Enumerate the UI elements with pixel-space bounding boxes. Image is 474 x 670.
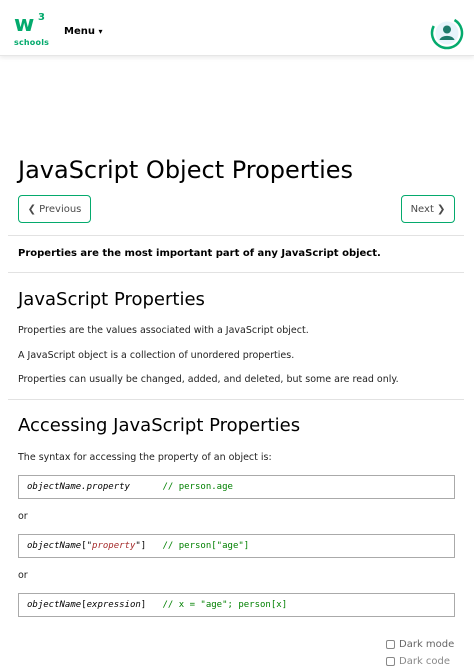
code-text: objectName.property [27, 482, 130, 492]
section-heading-properties: JavaScript Properties [18, 289, 205, 310]
code-example-bracket-string: objectName [" property "] // person["age"] [18, 534, 455, 558]
code-comment: // person["age"] [162, 541, 250, 551]
next-button[interactable]: Next ❯ [401, 195, 455, 223]
chevron-down-icon: ▾ [98, 27, 103, 36]
menu-label: Menu [64, 26, 95, 37]
section-heading-accessing: Accessing JavaScript Properties [18, 415, 301, 436]
dark-code-toggle[interactable]: Dark code [386, 656, 450, 667]
code-comment: // person.age [162, 482, 233, 492]
code-comment: // x = "age"; person[x] [162, 600, 288, 610]
menu-button[interactable]: Menu ▾ [64, 26, 102, 37]
or-text: or [18, 511, 28, 522]
dark-mode-label: Dark mode [399, 639, 455, 650]
code-text: objectName [27, 600, 82, 610]
code-pad [146, 541, 162, 551]
divider [8, 399, 464, 400]
checkbox-icon[interactable] [386, 640, 395, 649]
w3schools-logo[interactable]: w 3 schools [14, 12, 50, 48]
paragraph: A JavaScript object is a collection of u… [18, 350, 295, 361]
code-expression: expression [86, 600, 141, 610]
code-pad [146, 600, 162, 610]
code-string: property [92, 541, 136, 551]
or-text: or [18, 570, 28, 581]
code-bracket: [" [81, 541, 93, 551]
code-example-bracket-expression: objectName[expression] // x = "age"; per… [18, 593, 455, 617]
logo-w: w [14, 12, 35, 37]
divider [8, 272, 464, 273]
code-bracket: "] [135, 541, 147, 551]
checkbox-icon[interactable] [386, 657, 395, 666]
code-text: objectName [27, 541, 82, 551]
previous-button[interactable]: ❮ Previous [18, 195, 91, 223]
paragraph: The syntax for accessing the property of… [18, 452, 272, 463]
logo-schools: schools [14, 38, 50, 47]
top-navigation-bar: w 3 schools Menu ▾ [0, 0, 474, 56]
logo-3: 3 [38, 12, 45, 23]
dark-code-label: Dark code [399, 656, 451, 667]
dark-mode-toggle[interactable]: Dark mode [386, 639, 454, 650]
code-pad [130, 482, 163, 492]
page-title: JavaScript Object Properties [18, 156, 354, 184]
paragraph: Properties are the values associated wit… [18, 325, 309, 336]
divider [8, 235, 464, 236]
user-avatar-icon[interactable] [430, 16, 464, 50]
code-example-dot: objectName.property // person.age [18, 475, 455, 499]
intro-text: Properties are the most important part o… [18, 248, 381, 259]
paragraph: Properties can usually be changed, added… [18, 374, 399, 385]
